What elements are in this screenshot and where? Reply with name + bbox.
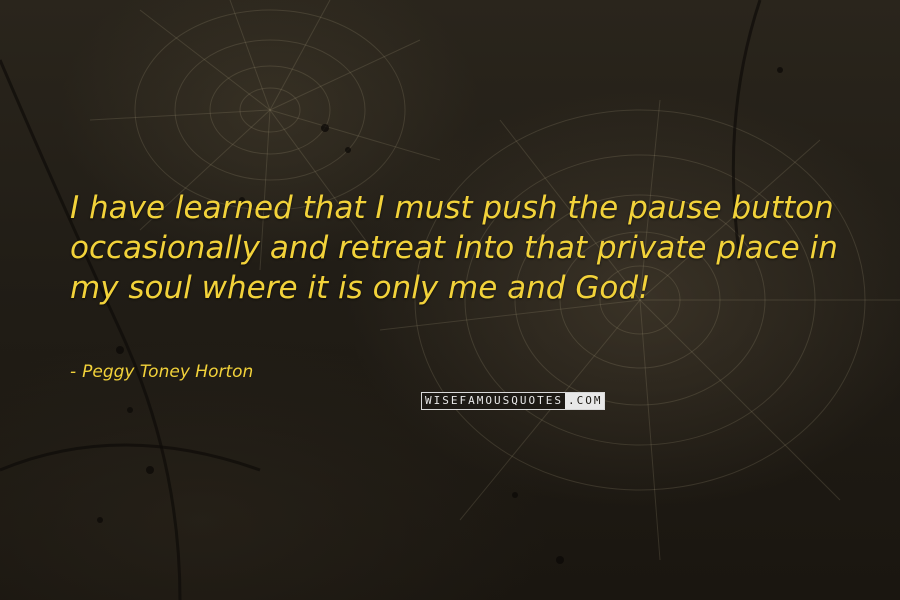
spiderweb-right — [379, 99, 900, 561]
author-name: Peggy Toney Horton — [82, 362, 254, 382]
watermark-text-domain: .COM — [564, 393, 605, 409]
quote-image: I have learned that I must push the paus… — [0, 0, 900, 600]
watermark-text-primary: WISEFAMOUSQUOTES — [422, 393, 565, 409]
author-dash: - — [70, 362, 77, 382]
quote-text: I have learned that I must push the paus… — [70, 190, 838, 306]
seed-dots — [97, 67, 783, 564]
watermark-logo: WISEFAMOUSQUOTES .COM — [421, 392, 606, 410]
author-line: - Peggy Toney Horton — [70, 360, 253, 384]
